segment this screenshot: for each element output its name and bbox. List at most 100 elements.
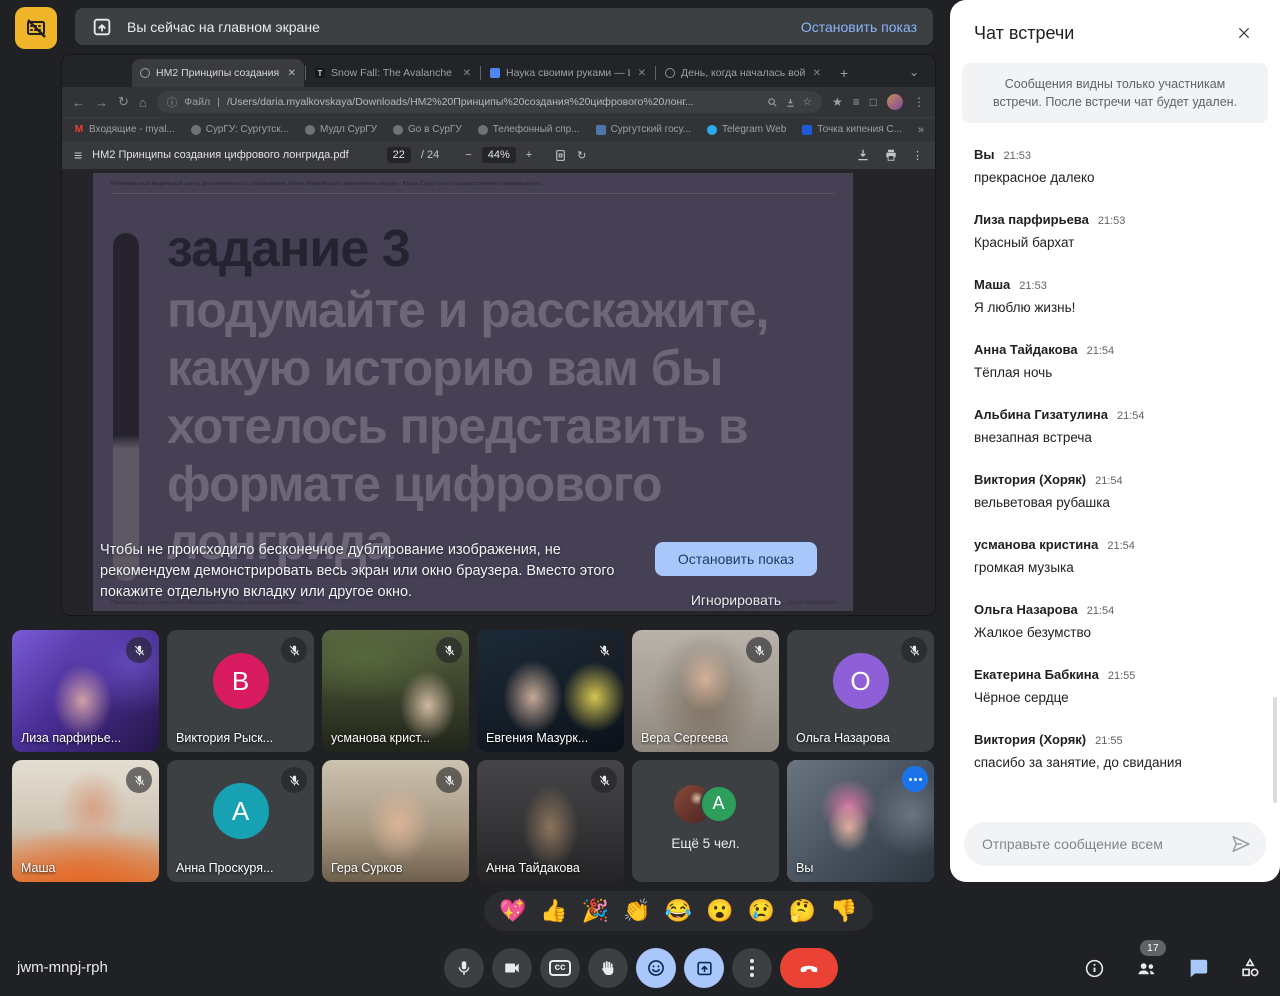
browser-menu-icon: ⋮ <box>913 95 925 109</box>
chat-message: Лиза парфирьева21:53 Красный бархат <box>974 212 1256 250</box>
tile-olga[interactable]: О Ольга Назарова <box>787 630 934 752</box>
tile-more-people[interactable]: A Ещё 5 чел. <box>632 760 779 882</box>
avatar: A <box>700 785 738 823</box>
message-time: 21:55 <box>1108 670 1136 682</box>
close-chat-button[interactable] <box>1232 21 1256 45</box>
url-scheme: Файл <box>184 96 210 108</box>
tile-liza[interactable]: Лиза парфирье... <box>12 630 159 752</box>
message-sender: Ольга Назарова <box>974 602 1078 617</box>
message-time: 21:54 <box>1087 345 1115 357</box>
raise-hand-button[interactable] <box>588 948 628 988</box>
ignore-button[interactable]: Игнорировать <box>691 592 781 608</box>
message-text: Тёплая ночь <box>974 365 1256 380</box>
mic-off-icon <box>281 767 307 793</box>
chat-scrollbar[interactable] <box>1273 697 1277 803</box>
shared-screen: HM2 Принципы создания ци ✕ T Snow Fall: … <box>62 55 935 615</box>
site-icon <box>802 125 812 135</box>
message-text: прекрасное далеко <box>974 170 1256 185</box>
participants-button[interactable]: 17 <box>1132 948 1160 988</box>
captions-button[interactable]: cc <box>540 948 580 988</box>
meeting-details-button[interactable] <box>1080 948 1108 988</box>
reaction-surprised[interactable]: 😮 <box>706 900 733 922</box>
message-sender: Альбина Гизатулина <box>974 407 1108 422</box>
message-text: вельветовая рубашка <box>974 495 1256 510</box>
activities-button[interactable] <box>1236 948 1264 988</box>
participant-avatar: О <box>833 653 889 709</box>
chat-input-container <box>964 822 1266 866</box>
message-text: Красный бархат <box>974 235 1256 250</box>
captions-icon: cc <box>549 960 570 976</box>
send-icon <box>1230 833 1252 855</box>
site-icon <box>393 125 403 135</box>
page-info-icon: ⓘ <box>167 95 178 110</box>
url-text: /Users/daria.myalkovskaya/Downloads/HM2%… <box>227 96 760 108</box>
pdf-page-number: 22 <box>387 147 411 163</box>
message-sender: Лиза парфирьева <box>974 212 1089 227</box>
tile-anna-p[interactable]: А Анна Проскуря... <box>167 760 314 882</box>
reactions-button[interactable] <box>636 948 676 988</box>
chat-message: Маша21:53 Я люблю жизнь! <box>974 277 1256 315</box>
browser-tab-1: HM2 Принципы создания ци ✕ <box>132 59 304 87</box>
site-icon <box>478 125 488 135</box>
mic-off-icon <box>281 637 307 663</box>
chat-privacy-notice: Сообщения видны только участникам встреч… <box>962 63 1268 123</box>
tile-evgenia[interactable]: Евгения Мазурк... <box>477 630 624 752</box>
participant-name: Анна Проскуря... <box>176 861 273 875</box>
tile-vera[interactable]: Вера Сергеева <box>632 630 779 752</box>
gmail-icon: M <box>74 125 84 135</box>
tile-gera[interactable]: Гера Сурков <box>322 760 469 882</box>
stop-presenting-link[interactable]: Остановить показ <box>801 19 917 35</box>
participant-avatar: А <box>213 783 269 839</box>
more-options-icon <box>750 959 754 977</box>
forward-icon: → <box>95 95 108 110</box>
participant-name: Ольга Назарова <box>796 731 890 745</box>
mic-button[interactable] <box>444 948 484 988</box>
reaction-party[interactable]: 🎉 <box>582 900 609 922</box>
tile-anna-t[interactable]: Анна Тайдакова <box>477 760 624 882</box>
tab-favicon <box>665 68 675 78</box>
activities-icon <box>1239 957 1261 979</box>
present-button[interactable] <box>684 948 724 988</box>
tile-options-button[interactable] <box>902 766 928 792</box>
tab-favicon <box>490 68 500 78</box>
bookmark-item: Мудл СурГУ <box>305 124 377 135</box>
bookmark-item: Телефонный спр... <box>478 124 580 135</box>
more-people-label: Ещё 5 чел. <box>632 836 779 851</box>
reaction-laugh[interactable]: 😂 <box>665 900 692 922</box>
message-sender: усманова кристина <box>974 537 1098 552</box>
presenting-app-icon[interactable] <box>15 7 57 49</box>
reaction-clap[interactable]: 👏 <box>623 900 650 922</box>
chat-message: Анна Тайдакова21:54 Тёплая ночь <box>974 342 1256 380</box>
mic-off-icon <box>436 637 462 663</box>
send-message-button[interactable] <box>1230 833 1252 855</box>
reaction-thinking[interactable]: 🤔 <box>789 900 816 922</box>
reaction-heart[interactable]: 💖 <box>499 900 526 922</box>
chat-message-input[interactable] <box>982 836 1222 852</box>
message-text: Чёрное сердце <box>974 690 1256 705</box>
message-text: спасибо за занятие, до свидания <box>974 755 1256 770</box>
message-text: Я люблю жизнь! <box>974 300 1256 315</box>
address-bar: ⓘ Файл | /Users/daria.myalkovskaya/Downl… <box>157 91 822 113</box>
stop-presenting-button[interactable]: Остановить показ <box>655 542 817 576</box>
reaction-cry[interactable]: 😢 <box>747 900 774 922</box>
mic-off-icon <box>746 637 772 663</box>
tile-usmanova[interactable]: усманова крист... <box>322 630 469 752</box>
pdf-download-icon <box>856 148 870 162</box>
message-time: 21:53 <box>1019 280 1047 292</box>
download-page-icon <box>785 97 796 108</box>
mic-off-icon <box>901 637 927 663</box>
reaction-thumbs-up[interactable]: 👍 <box>540 900 567 922</box>
tab-close-icon: ✕ <box>286 68 296 79</box>
tile-viktoria-r[interactable]: В Виктория Рыск... <box>167 630 314 752</box>
tile-masha[interactable]: Маша <box>12 760 159 882</box>
chat-button[interactable] <box>1184 948 1212 988</box>
more-options-button[interactable] <box>732 948 772 988</box>
reaction-thumbs-down[interactable]: 👎 <box>830 900 857 922</box>
camera-button[interactable] <box>492 948 532 988</box>
browser-address-row: ← → ↻ ⌂ ⓘ Файл | /Users/daria.myalkovska… <box>62 87 935 117</box>
tile-you[interactable]: Вы <box>787 760 934 882</box>
bookmark-item: Точка кипения С... <box>802 124 902 135</box>
leave-call-button[interactable] <box>780 948 838 988</box>
side-panel-icon: □ <box>870 95 877 109</box>
message-sender: Вы <box>974 147 995 162</box>
